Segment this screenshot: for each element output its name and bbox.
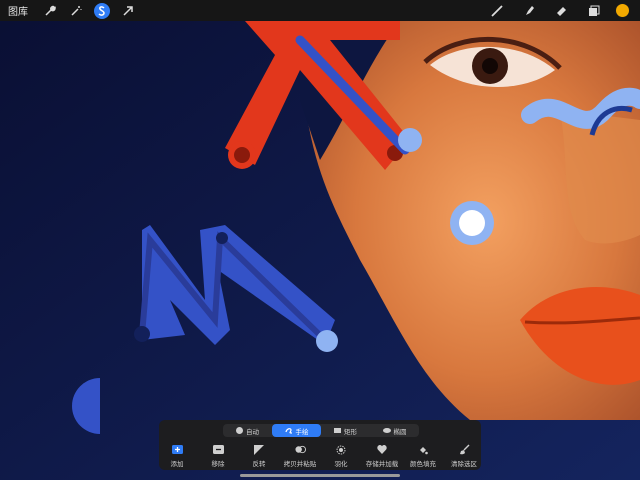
light-blue-dot: [398, 128, 422, 152]
brush-icon[interactable]: [489, 3, 505, 19]
invert-button[interactable]: 反转: [237, 444, 281, 468]
copy-paste-button[interactable]: 拷贝并粘贴: [278, 444, 322, 468]
red-shape-dot: [234, 147, 250, 163]
mode-auto[interactable]: 自动: [223, 424, 272, 437]
home-indicator[interactable]: [240, 474, 400, 477]
save-load-icon: [377, 444, 388, 455]
save-load-button[interactable]: 存储并加载: [360, 444, 404, 468]
auto-icon: [236, 427, 243, 434]
add-icon: [171, 444, 183, 455]
move-arrow-icon[interactable]: [120, 3, 136, 19]
selection-icon[interactable]: [94, 2, 110, 19]
selection-panel: 自动 手绘 矩形 椭圆 添加 移除 反转 拷贝并粘贴 羽化 存储并加载 颜色填充…: [159, 420, 481, 470]
mode-ellipse[interactable]: 椭圆: [370, 424, 419, 437]
zigzag-end: [316, 330, 338, 352]
selection-actions: 添加 移除 反转 拷贝并粘贴 羽化 存储并加载 颜色填充 清除选区: [159, 444, 481, 468]
feather-icon: [336, 444, 347, 455]
remove-icon: [212, 444, 224, 455]
copy-paste-icon: [294, 444, 306, 455]
ellipse-icon: [382, 428, 391, 433]
freehand-icon: [284, 427, 293, 434]
pupil: [482, 58, 498, 74]
mode-rectangle[interactable]: 矩形: [321, 424, 370, 437]
zigzag-dot: [134, 326, 150, 342]
invert-icon: [254, 444, 265, 455]
mode-freehand[interactable]: 手绘: [272, 424, 321, 437]
remove-button[interactable]: 移除: [196, 444, 240, 468]
clear-selection-button[interactable]: 清除选区: [442, 444, 486, 468]
color-fill-icon: [418, 444, 429, 455]
selection-mode-segmented: 自动 手绘 矩形 椭圆: [223, 424, 419, 437]
ring-inner: [459, 210, 485, 236]
rectangle-icon: [334, 428, 341, 433]
wrench-icon[interactable]: [42, 3, 58, 19]
magic-wand-icon[interactable]: [68, 3, 84, 19]
feather-button[interactable]: 羽化: [319, 444, 363, 468]
zigzag-dot: [216, 232, 228, 244]
clear-selection-icon: [459, 444, 470, 455]
top-toolbar: 图库: [0, 0, 640, 21]
eraser-icon[interactable]: [553, 3, 569, 19]
color-picker-swatch[interactable]: [615, 3, 630, 18]
add-button[interactable]: 添加: [155, 444, 199, 468]
layers-icon[interactable]: [585, 3, 601, 19]
smudge-icon[interactable]: [521, 3, 537, 19]
artwork-canvas[interactable]: [0, 0, 640, 480]
gallery-button[interactable]: 图库: [8, 3, 28, 18]
color-fill-button[interactable]: 颜色填充: [401, 444, 445, 468]
